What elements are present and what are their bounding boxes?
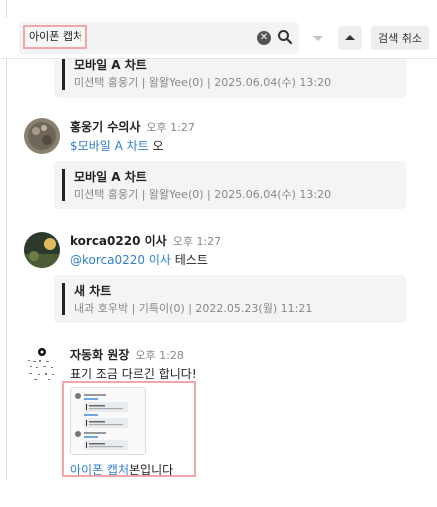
chart-mention-link[interactable]: $모바일 A 차트 <box>70 139 149 153</box>
user-mention-link[interactable]: @korca0220 이사 <box>70 253 171 267</box>
search-input[interactable] <box>23 25 87 49</box>
avatar <box>24 232 60 268</box>
message-text: $모바일 A 차트 오 <box>70 137 164 154</box>
quote-meta: 미션택 홍웅기 | 왈왈Yee(0) | 2025.06.04(수) 13:20 <box>74 188 332 201</box>
cancel-search-button[interactable]: 검색 취소 <box>371 26 429 50</box>
next-result-button[interactable] <box>306 26 330 50</box>
clear-icon[interactable]: ✕ <box>257 31 271 45</box>
screenshot-thumbnail[interactable] <box>70 387 146 455</box>
sender-name[interactable]: 자동화 원장 <box>70 348 129 362</box>
image-attachment: 아이폰 캡처본입니다 <box>62 381 196 477</box>
caption-rest: 본입니다 <box>129 463 174 477</box>
quote-meta: 미션택 홍웅기 | 왈왈Yee(0) | 2025.06.04(수) 13:20 <box>74 76 332 89</box>
quote-bar <box>62 58 65 90</box>
quote-bar <box>62 169 65 201</box>
arrow-up-icon <box>345 35 355 40</box>
search-bar: ✕ 검색 취소 <box>0 18 437 59</box>
thumbnail-preview <box>75 393 128 450</box>
message-text: @korca0220 이사 테스트 <box>70 251 208 268</box>
message-body: 오 <box>148 139 164 153</box>
quote-title: 모바일 A 차트 <box>74 170 147 184</box>
quote-title: 새 차트 <box>74 284 112 298</box>
quoted-chart-card[interactable]: 모바일 A 차트 미션택 홍웅기 | 왈왈Yee(0) | 2025.06.04… <box>54 161 406 209</box>
message-time: 오후 1:27 <box>172 235 222 248</box>
left-divider <box>6 0 7 480</box>
quote-meta: 내과 호우박 | 기특이(0) | 2022.05.23(월) 11:21 <box>74 302 313 315</box>
message-text: 표기 조금 다르긴 합니다! <box>70 367 197 381</box>
previous-result-button[interactable] <box>338 26 362 50</box>
quoted-chart-card[interactable]: 새 차트 내과 호우박 | 기특이(0) | 2022.05.23(월) 11:… <box>54 275 406 323</box>
sender-line: korca0220 이사 오후 1:27 <box>70 232 221 249</box>
search-icon[interactable] <box>277 29 293 45</box>
sender-line: 홍웅기 수의사 오후 1:27 <box>70 118 195 135</box>
message-body: 테스트 <box>170 253 208 267</box>
quote-bar <box>62 283 65 315</box>
arrow-down-icon <box>313 36 323 41</box>
sender-name[interactable]: 홍웅기 수의사 <box>70 120 140 134</box>
message-time: 오후 1:28 <box>135 349 184 362</box>
avatar <box>24 118 60 154</box>
sender-line: 자동화 원장 오후 1:28 <box>70 346 184 363</box>
message-time: 오후 1:27 <box>146 121 195 134</box>
sender-name[interactable]: korca0220 이사 <box>70 234 167 248</box>
attachment-caption: 아이폰 캡처본입니다 <box>70 461 173 478</box>
caption-highlight: 아이폰 캡처 <box>70 463 130 477</box>
avatar <box>24 346 60 382</box>
search-box: ✕ <box>19 22 299 54</box>
